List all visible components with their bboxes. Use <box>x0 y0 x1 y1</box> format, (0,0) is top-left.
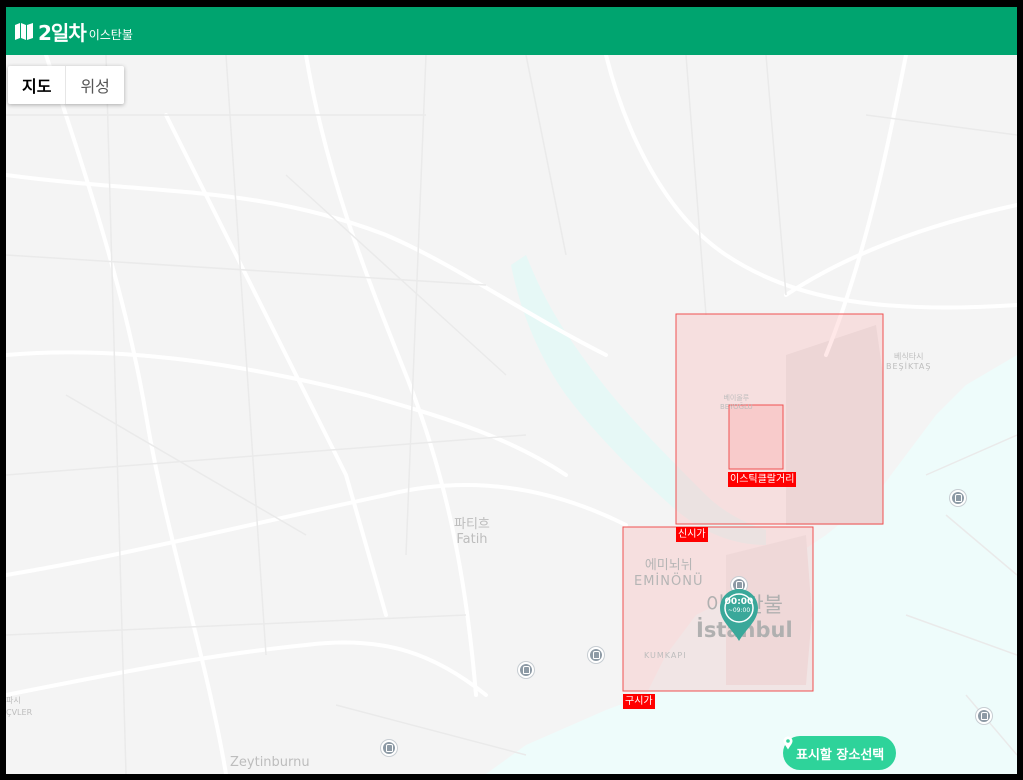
map-type-map-button[interactable]: 지도 <box>8 66 65 104</box>
transit-station-icon[interactable] <box>588 647 604 663</box>
place-label-fatih-en: Fatih <box>456 532 488 547</box>
place-label-left-edge-ko: 파시 <box>6 696 21 705</box>
place-label-eminonu-ko: 에미뇌뉘 <box>644 558 693 573</box>
map-canvas[interactable] <box>6 55 1017 774</box>
area-tag-istiklal[interactable]: 이스틱클랄거리 <box>728 472 797 487</box>
place-label-besiktas-ko: 베식타시 <box>893 352 924 361</box>
transit-station-icon[interactable] <box>381 740 397 756</box>
map-icon <box>14 21 34 41</box>
place-label-fatih: 파티흐 Fatih <box>454 517 490 547</box>
schedule-marker[interactable]: 00:00 ~09:00 <box>719 588 759 642</box>
map-type-control: 지도 위성 <box>8 66 124 104</box>
place-label-kumkapi: KUMKAPI <box>644 651 687 660</box>
transit-station-icon[interactable] <box>518 662 534 678</box>
place-label-left-edge-en: ÇVLER <box>6 708 33 717</box>
place-label-beyoglu: 베이올루 BEYOĞLU <box>720 394 753 412</box>
place-label-zeytinburnu: Zeytinburnu <box>230 755 310 770</box>
place-label-besiktas-en: BEŞİKTAŞ <box>886 362 932 371</box>
marker-time-start: 00:00 <box>724 597 754 607</box>
city-subtitle: 이스탄불 <box>88 27 133 42</box>
place-label-beyoglu-ko: 베이올루 <box>723 394 750 402</box>
area-tag-new-town[interactable]: 신시가 <box>676 527 708 542</box>
map-view[interactable]: 지도 위성 파티흐 Fatih 에미뇌뉘 EMİNÖNÜ 이스탄불 İstanb… <box>6 55 1017 774</box>
select-places-label: 표시할 장소선택 <box>796 747 885 763</box>
place-label-left-edge: 파시 ÇVLER <box>6 695 32 719</box>
area-tag-old-town[interactable]: 구시가 <box>623 694 655 709</box>
place-label-eminonu-en: EMİNÖNÜ <box>634 574 704 589</box>
header-bar: 2일차 이스탄불 <box>6 7 1017 55</box>
map-type-satellite-button[interactable]: 위성 <box>65 66 123 104</box>
transit-station-icon[interactable] <box>950 490 966 506</box>
select-places-button[interactable]: 표시할 장소선택 <box>783 736 897 770</box>
area-box-istiklal[interactable] <box>728 404 784 470</box>
place-label-fatih-ko: 파티흐 <box>454 517 490 532</box>
place-label-beyoglu-en: BEYOĞLU <box>720 403 753 411</box>
app-frame: 2일차 이스탄불 지도 위성 파티흐 Fatih 에미뇌뉘 EMİNÖNÜ KU… <box>6 7 1017 774</box>
place-label-besiktas: 베식타시 BEŞİKTAŞ <box>886 352 931 372</box>
marker-time-end: ~09:00 <box>727 607 751 614</box>
day-title: 2일차 <box>38 20 87 45</box>
place-label-eminonu: 에미뇌뉘 EMİNÖNÜ <box>634 558 703 590</box>
transit-station-icon[interactable] <box>976 708 992 724</box>
